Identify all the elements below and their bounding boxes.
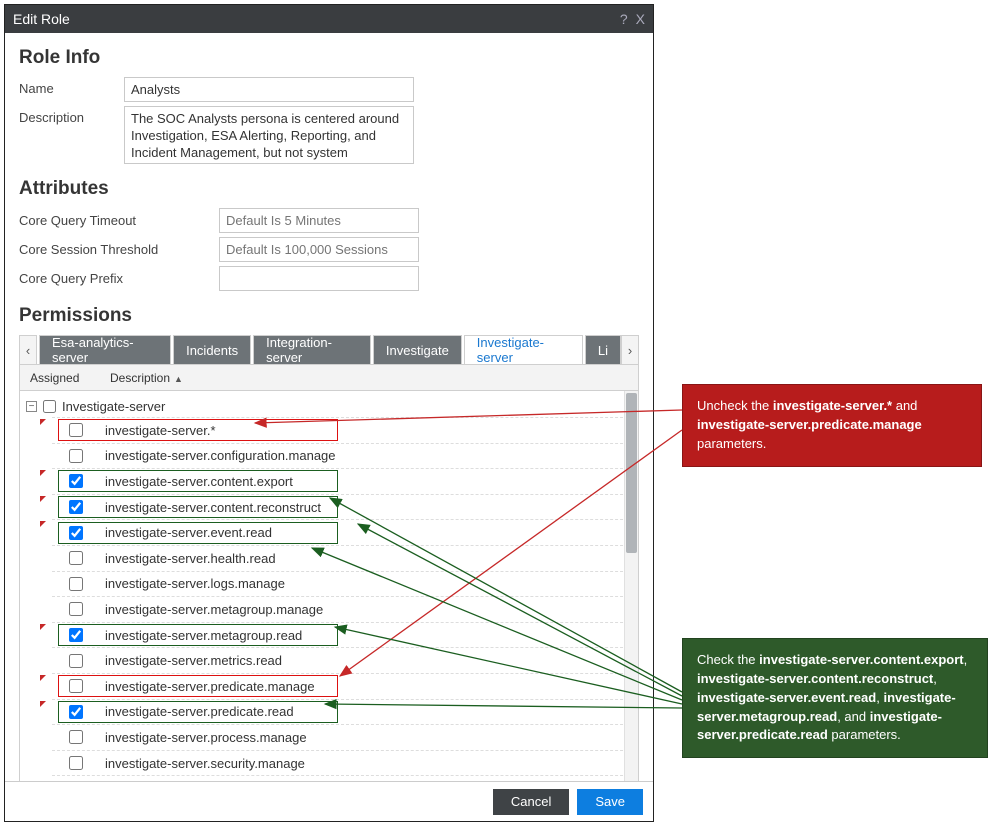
permission-checkbox[interactable] xyxy=(69,602,83,616)
permission-checkbox[interactable] xyxy=(69,654,83,668)
permissions-tabs: ‹ Esa-analytics-serverIncidentsIntegrati… xyxy=(19,335,639,365)
permission-checkbox[interactable] xyxy=(69,449,83,463)
close-icon[interactable]: X xyxy=(636,11,645,27)
permission-label: investigate-server.configuration.manage xyxy=(105,448,336,463)
permission-row[interactable]: investigate-server.process.manage xyxy=(52,724,638,750)
tree-root-checkbox[interactable] xyxy=(43,400,56,413)
permissions-heading: Permissions xyxy=(19,305,639,327)
attribute-label: Core Query Timeout xyxy=(19,213,219,228)
tree-root-label: Investigate-server xyxy=(62,399,165,414)
dialog-title: Edit Role xyxy=(13,11,70,27)
help-icon[interactable]: ? xyxy=(620,11,628,27)
permission-row[interactable]: investigate-server.health.read xyxy=(52,545,638,571)
tab-investigate[interactable]: Investigate xyxy=(373,335,462,364)
permission-label: investigate-server.metagroup.read xyxy=(105,628,302,643)
name-label: Name xyxy=(19,77,124,96)
permission-label: investigate-server.process.manage xyxy=(105,730,307,745)
column-description[interactable]: Description▲ xyxy=(100,371,183,385)
role-info-heading: Role Info xyxy=(19,47,639,69)
permission-checkbox[interactable] xyxy=(69,577,83,591)
permission-checkbox[interactable] xyxy=(69,474,83,488)
permission-checkbox[interactable] xyxy=(69,423,83,437)
permission-checkbox[interactable] xyxy=(69,756,83,770)
edit-role-dialog: Edit Role ? X Role Info Name Description… xyxy=(4,4,654,822)
permission-row[interactable]: investigate-server.event.read xyxy=(52,519,638,545)
permission-label: investigate-server.security.manage xyxy=(105,756,305,771)
dialog-footer: Cancel Save xyxy=(5,781,653,821)
tab-integration-server[interactable]: Integration-server xyxy=(253,335,371,364)
tab-li[interactable]: Li xyxy=(585,335,621,364)
scrollbar-thumb[interactable] xyxy=(626,393,637,553)
attribute-input[interactable] xyxy=(219,208,419,233)
column-assigned[interactable]: Assigned xyxy=(20,371,100,385)
permission-label: investigate-server.predicate.manage xyxy=(105,679,315,694)
permission-checkbox[interactable] xyxy=(69,730,83,744)
collapse-icon[interactable]: − xyxy=(26,401,37,412)
attribute-label: Core Session Threshold xyxy=(19,242,219,257)
permission-label: investigate-server.logs.manage xyxy=(105,576,285,591)
attribute-input[interactable] xyxy=(219,237,419,262)
scrollbar[interactable]: ▼ xyxy=(624,391,638,781)
tab-esa-analytics-server[interactable]: Esa-analytics-server xyxy=(39,335,171,364)
permission-row[interactable]: investigate-server.* xyxy=(52,417,638,443)
permission-checkbox[interactable] xyxy=(69,500,83,514)
permission-checkbox[interactable] xyxy=(69,551,83,565)
attribute-label: Core Query Prefix xyxy=(19,271,219,286)
permission-row[interactable]: investigate-server.predicate.read xyxy=(52,699,638,725)
permission-checkbox[interactable] xyxy=(69,679,83,693)
permission-label: investigate-server.predicate.read xyxy=(105,704,294,719)
permissions-column-header: Assigned Description▲ xyxy=(19,365,639,391)
dialog-content: Role Info Name Description Attributes Co… xyxy=(5,33,653,781)
titlebar: Edit Role ? X xyxy=(5,5,653,33)
description-label: Description xyxy=(19,106,124,125)
tab-investigate-server[interactable]: Investigate-server xyxy=(464,335,583,364)
attribute-row: Core Session Threshold xyxy=(19,237,639,262)
permission-label: investigate-server.* xyxy=(105,423,216,438)
permission-label: investigate-server.content.export xyxy=(105,474,293,489)
permission-label: investigate-server.metrics.read xyxy=(105,653,282,668)
sort-ascending-icon: ▲ xyxy=(174,374,183,384)
permission-row[interactable]: investigate-server.metagroup.manage xyxy=(52,596,638,622)
description-input[interactable] xyxy=(124,106,414,164)
permission-label: investigate-server.event.read xyxy=(105,525,272,540)
permission-row[interactable]: investigate-server.security.manage xyxy=(52,750,638,776)
name-input[interactable] xyxy=(124,77,414,102)
attribute-row: Core Query Timeout xyxy=(19,208,639,233)
permission-row[interactable]: investigate-server.configuration.manage xyxy=(52,443,638,469)
permission-row[interactable]: investigate-server.content.reconstruct xyxy=(52,494,638,520)
attribute-row: Core Query Prefix xyxy=(19,266,639,291)
callout-uncheck: Uncheck the investigate-server.* and inv… xyxy=(682,384,982,467)
permission-label: investigate-server.content.reconstruct xyxy=(105,500,321,515)
permission-label: investigate-server.metagroup.manage xyxy=(105,602,323,617)
tree-root[interactable]: − Investigate-server xyxy=(26,395,638,417)
permission-row[interactable]: investigate-server.metagroup.read xyxy=(52,622,638,648)
permission-checkbox[interactable] xyxy=(69,705,83,719)
permission-checkbox[interactable] xyxy=(69,628,83,642)
permission-checkbox[interactable] xyxy=(69,526,83,540)
tab-incidents[interactable]: Incidents xyxy=(173,335,251,364)
permission-row[interactable]: investigate-server.logs.manage xyxy=(52,571,638,597)
save-button[interactable]: Save xyxy=(577,789,643,815)
callout-check: Check the investigate-server.content.exp… xyxy=(682,638,988,758)
tabs-scroll-left[interactable]: ‹ xyxy=(19,335,37,364)
cancel-button[interactable]: Cancel xyxy=(493,789,569,815)
permissions-tree: − Investigate-server investigate-server.… xyxy=(19,391,639,781)
permission-row[interactable]: investigate-server.content.export xyxy=(52,468,638,494)
permission-row[interactable]: investigate-server.security.read xyxy=(52,775,638,781)
tabs-scroll-right[interactable]: › xyxy=(621,335,639,364)
attributes-heading: Attributes xyxy=(19,178,639,200)
attribute-input[interactable] xyxy=(219,266,419,291)
permission-row[interactable]: investigate-server.metrics.read xyxy=(52,647,638,673)
permission-label: investigate-server.health.read xyxy=(105,551,276,566)
permission-row[interactable]: investigate-server.predicate.manage xyxy=(52,673,638,699)
